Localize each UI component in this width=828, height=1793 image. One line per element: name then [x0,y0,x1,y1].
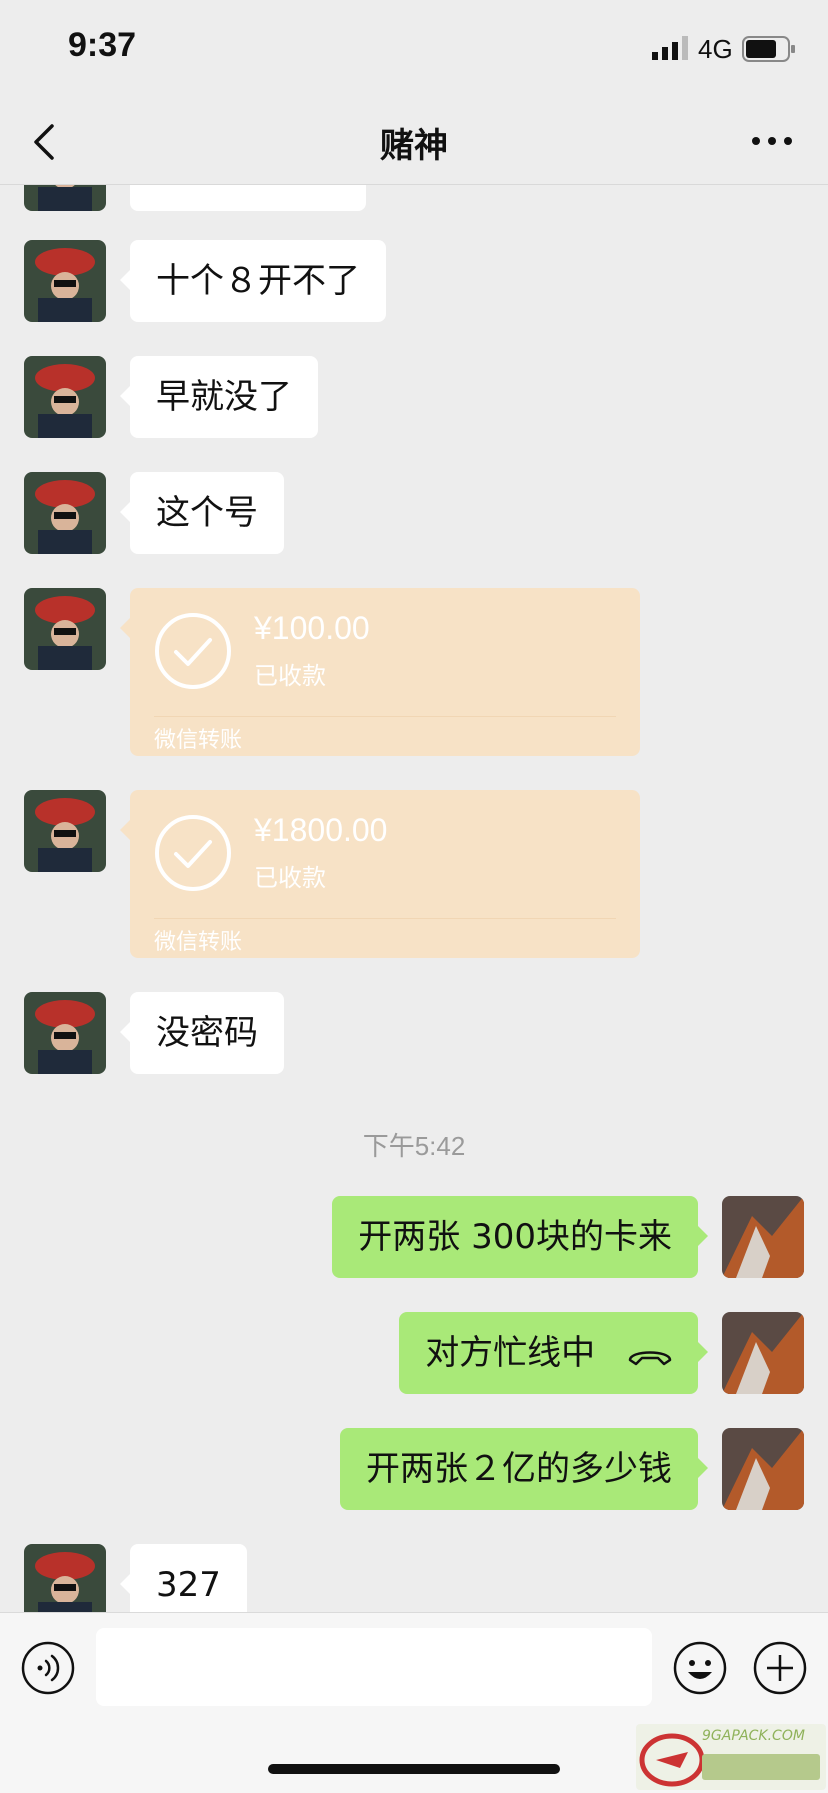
contact-avatar[interactable] [24,240,106,322]
message-timestamp: 下午5:42 [362,1131,466,1161]
contact-avatar[interactable] [24,356,106,438]
more-functions-plus-icon[interactable] [752,1640,808,1696]
sent-message[interactable]: 开两张２亿的多少钱 [340,1428,708,1510]
contact-avatar[interactable] [24,185,106,211]
hangup-phone-icon [628,1350,672,1365]
emoji-icon[interactable] [672,1640,728,1696]
watermark-text: 9GAPACK.COM [702,1728,805,1744]
home-indicator[interactable] [268,1764,560,1774]
divider [154,918,616,919]
chat-area[interactable]: 十个８开不了 早就没了 这个号 ¥100.00 已收款 微信转账 ¥1800.0… [0,185,828,1612]
contact-avatar[interactable] [24,472,106,554]
network-type: 4G [698,34,733,64]
site-watermark-logo: 9GAPACK.COM [636,1724,826,1790]
voice-input-icon[interactable] [20,1640,76,1696]
received-message[interactable]: 十个８开不了 [120,240,386,322]
transfer-card[interactable]: ¥1800.00 已收款 微信转账 [120,790,640,958]
contact-avatar[interactable] [24,1544,106,1612]
received-message[interactable]: 早就没了 [120,356,318,438]
battery-icon [742,36,795,62]
contact-avatar[interactable] [24,588,106,670]
contact-avatar[interactable] [24,790,106,872]
transfer-amount: ¥1800.00 [254,812,388,848]
transfer-amount: ¥100.00 [254,610,370,646]
received-message[interactable]: 没密码 [120,992,284,1074]
message-input[interactable] [96,1628,652,1706]
sent-message[interactable]: 开两张 300块的卡来 [332,1196,708,1278]
check-circle-icon [155,815,231,891]
chat-title: 赌神 [380,126,448,166]
call-status-text: 对方忙线中 [425,1333,596,1373]
transfer-status: 已收款 [254,662,326,690]
user-avatar[interactable] [722,1312,804,1394]
message-bubble-partial[interactable] [130,185,366,211]
more-options-icon[interactable] [748,126,796,156]
transfer-label: 微信转账 [154,930,243,955]
divider [154,716,616,717]
transfer-card[interactable]: ¥100.00 已收款 微信转账 [120,588,640,756]
received-message[interactable]: 327 [120,1544,247,1612]
transfer-status: 已收款 [254,864,326,892]
user-avatar[interactable] [722,1428,804,1510]
transfer-label: 微信转账 [154,728,243,753]
status-time: 9:37 [68,26,137,64]
check-circle-icon [155,613,231,689]
signal-icon [652,36,688,60]
user-avatar[interactable] [722,1196,804,1278]
received-message[interactable]: 这个号 [120,472,284,554]
sent-call-message[interactable]: 对方忙线中 [399,1312,708,1394]
contact-avatar[interactable] [24,992,106,1074]
